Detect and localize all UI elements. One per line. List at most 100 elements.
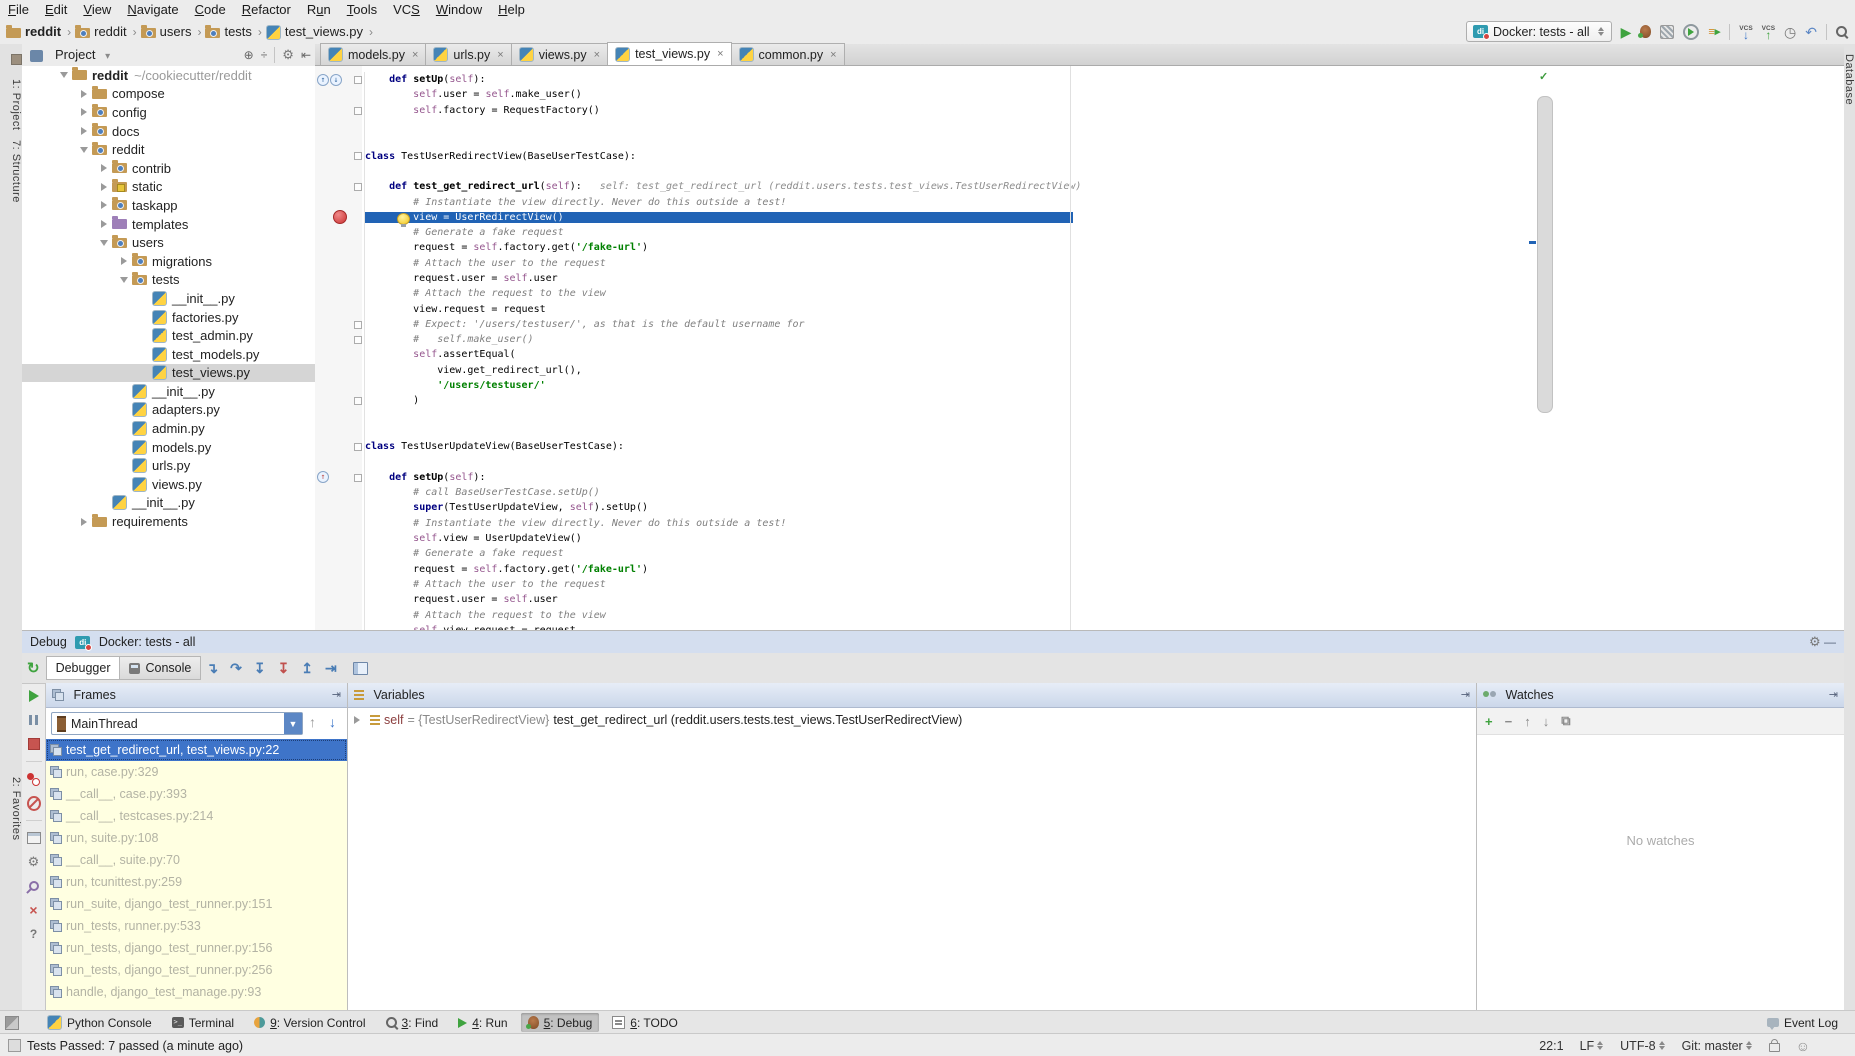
toolwindow-button-4-run[interactable]: 4: Run — [451, 1013, 514, 1032]
tree-item-tests[interactable]: tests — [22, 271, 315, 290]
tool-window-switcher-icon[interactable] — [5, 1016, 19, 1030]
previous-frame-icon[interactable]: ↑ — [309, 714, 316, 730]
collapse-all-icon[interactable]: ÷ — [261, 44, 268, 66]
editor-gutter[interactable]: ↑↓ — [315, 72, 351, 87]
frame-row[interactable]: __call__, testcases.py:214 — [46, 805, 347, 827]
run-configurations-icon[interactable]: ≡ — [1708, 25, 1720, 38]
vcs-commit-button[interactable]: VCS↑ — [1762, 25, 1775, 39]
tree-item-config[interactable]: config — [22, 103, 315, 122]
tree-item-reddit[interactable]: reddit — [22, 140, 315, 159]
error-stripe-mark[interactable] — [1529, 241, 1536, 244]
debug-button[interactable] — [1640, 25, 1651, 38]
frame-row[interactable]: run_tests, runner.py:533 — [46, 915, 347, 937]
chevron-collapsed-icon[interactable] — [95, 183, 112, 191]
menu-edit[interactable]: Edit — [37, 0, 75, 19]
tree-item-__init__-py[interactable]: __init__.py — [22, 494, 315, 513]
intention-bulb-icon[interactable] — [397, 213, 410, 225]
frame-row[interactable]: __call__, suite.py:70 — [46, 849, 347, 871]
editor-gutter[interactable] — [315, 240, 351, 255]
fold-marker[interactable] — [354, 152, 362, 160]
run-configuration-select[interactable]: di Docker: tests - all — [1466, 21, 1612, 42]
tab-test_views-py[interactable]: test_views.py× — [607, 42, 731, 65]
editor-gutter[interactable] — [315, 439, 351, 454]
toolwindow-button-9-version-control[interactable]: 9: Version Control — [247, 1013, 372, 1032]
chevron-collapsed-icon[interactable] — [95, 164, 112, 172]
toolwindow-button-6-todo[interactable]: 6: TODO — [605, 1013, 685, 1032]
variable-row[interactable]: self = {TestUserRedirectView} test_get_r… — [348, 708, 1476, 732]
overriding-method-icon[interactable]: ↑ — [317, 471, 329, 483]
mute-breakpoints-button[interactable] — [27, 796, 41, 810]
editor-gutter[interactable] — [315, 301, 351, 316]
tree-item-migrations[interactable]: migrations — [22, 252, 315, 271]
menu-run[interactable]: Run — [299, 0, 339, 19]
editor-gutter[interactable] — [315, 409, 351, 424]
hide-panel-icon[interactable]: ⇥ — [1829, 683, 1838, 707]
settings-gear-icon[interactable]: ⚙ — [27, 855, 41, 869]
editor-gutter[interactable] — [315, 607, 351, 622]
fold-marker[interactable] — [354, 336, 362, 344]
menu-help[interactable]: Help — [490, 0, 533, 19]
editor-gutter[interactable] — [315, 393, 351, 408]
editor-gutter[interactable] — [315, 363, 351, 378]
editor-gutter[interactable] — [315, 194, 351, 209]
pin-icon[interactable] — [27, 879, 41, 893]
tree-item-test_models-py[interactable]: test_models.py — [22, 345, 315, 364]
fold-marker[interactable] — [354, 183, 362, 191]
copy-icon[interactable]: ⧉ — [1561, 713, 1570, 729]
editor-gutter[interactable] — [315, 103, 351, 118]
hector-icon[interactable]: ☺ — [1796, 1038, 1810, 1054]
help-icon[interactable]: ? — [27, 927, 41, 941]
tree-item-requirements[interactable]: requirements — [22, 512, 315, 531]
chevron-collapsed-icon[interactable] — [75, 90, 92, 98]
move-up-button[interactable]: ↑ — [1524, 714, 1531, 729]
toolwindow-button-terminal[interactable]: >_Terminal — [165, 1013, 241, 1032]
editor-gutter[interactable] — [315, 164, 351, 179]
tree-item-__init__-py[interactable]: __init__.py — [22, 289, 315, 308]
editor-gutter[interactable]: ↑ — [315, 470, 351, 485]
tree-item-reddit[interactable]: reddit~/cookiecutter/reddit — [22, 66, 315, 85]
frame-row[interactable]: run, suite.py:108 — [46, 827, 347, 849]
editor-gutter[interactable] — [315, 210, 351, 225]
breadcrumb-item[interactable]: reddit — [6, 19, 61, 44]
run-to-cursor-icon[interactable]: ⇥ — [325, 660, 337, 677]
editor-gutter[interactable] — [315, 500, 351, 515]
tab-close-icon[interactable]: × — [830, 49, 836, 61]
tab-urls-py[interactable]: urls.py× — [425, 43, 511, 65]
editor-gutter[interactable] — [315, 179, 351, 194]
toolwindow-button-3-find[interactable]: 3: Find — [379, 1013, 446, 1032]
stop-button[interactable] — [27, 737, 41, 751]
frame-row[interactable]: run, tcunittest.py:259 — [46, 871, 347, 893]
editor-gutter[interactable] — [315, 577, 351, 592]
fold-marker[interactable] — [354, 76, 362, 84]
frame-row[interactable]: test_get_redirect_url, test_views.py:22 — [46, 739, 347, 761]
run-button[interactable]: ▶ — [1621, 25, 1632, 39]
search-everywhere-icon[interactable] — [1836, 26, 1847, 37]
thread-selector[interactable]: MainThread ▼ — [51, 712, 303, 735]
tree-item-docs[interactable]: docs — [22, 122, 315, 141]
tab-close-icon[interactable]: × — [594, 49, 600, 61]
view-breakpoints-button[interactable] — [27, 772, 41, 786]
hide-panel-icon[interactable]: — — [1824, 635, 1836, 649]
menu-refactor[interactable]: Refactor — [234, 0, 299, 19]
chevron-collapsed-icon[interactable] — [75, 108, 92, 116]
fold-marker[interactable] — [354, 443, 362, 451]
chevron-collapsed-icon[interactable] — [115, 257, 132, 265]
editor-gutter[interactable] — [315, 592, 351, 607]
close-icon[interactable]: × — [27, 903, 41, 917]
status-widget-lf[interactable]: LF — [1580, 1039, 1605, 1053]
menu-window[interactable]: Window — [428, 0, 490, 19]
tool-window-button-project[interactable] — [0, 54, 22, 69]
frame-row[interactable]: run, case.py:329 — [46, 761, 347, 783]
menu-view[interactable]: View — [75, 0, 119, 19]
frame-row[interactable]: run_tests, django_test_runner.py:256 — [46, 959, 347, 981]
tree-item-adapters-py[interactable]: adapters.py — [22, 401, 315, 420]
chevron-expanded-icon[interactable] — [75, 147, 92, 153]
resume-button[interactable] — [27, 689, 41, 703]
breadcrumb-item[interactable]: tests — [205, 19, 251, 44]
tree-item-__init__-py[interactable]: __init__.py — [22, 382, 315, 401]
history-icon[interactable]: ◷ — [1784, 25, 1796, 39]
frame-row[interactable]: run_tests, django_test_runner.py:156 — [46, 937, 347, 959]
gear-icon[interactable]: ⚙ — [1809, 634, 1821, 649]
chevron-collapsed-icon[interactable] — [95, 201, 112, 209]
breadcrumb-item[interactable]: test_views.py — [266, 19, 363, 44]
